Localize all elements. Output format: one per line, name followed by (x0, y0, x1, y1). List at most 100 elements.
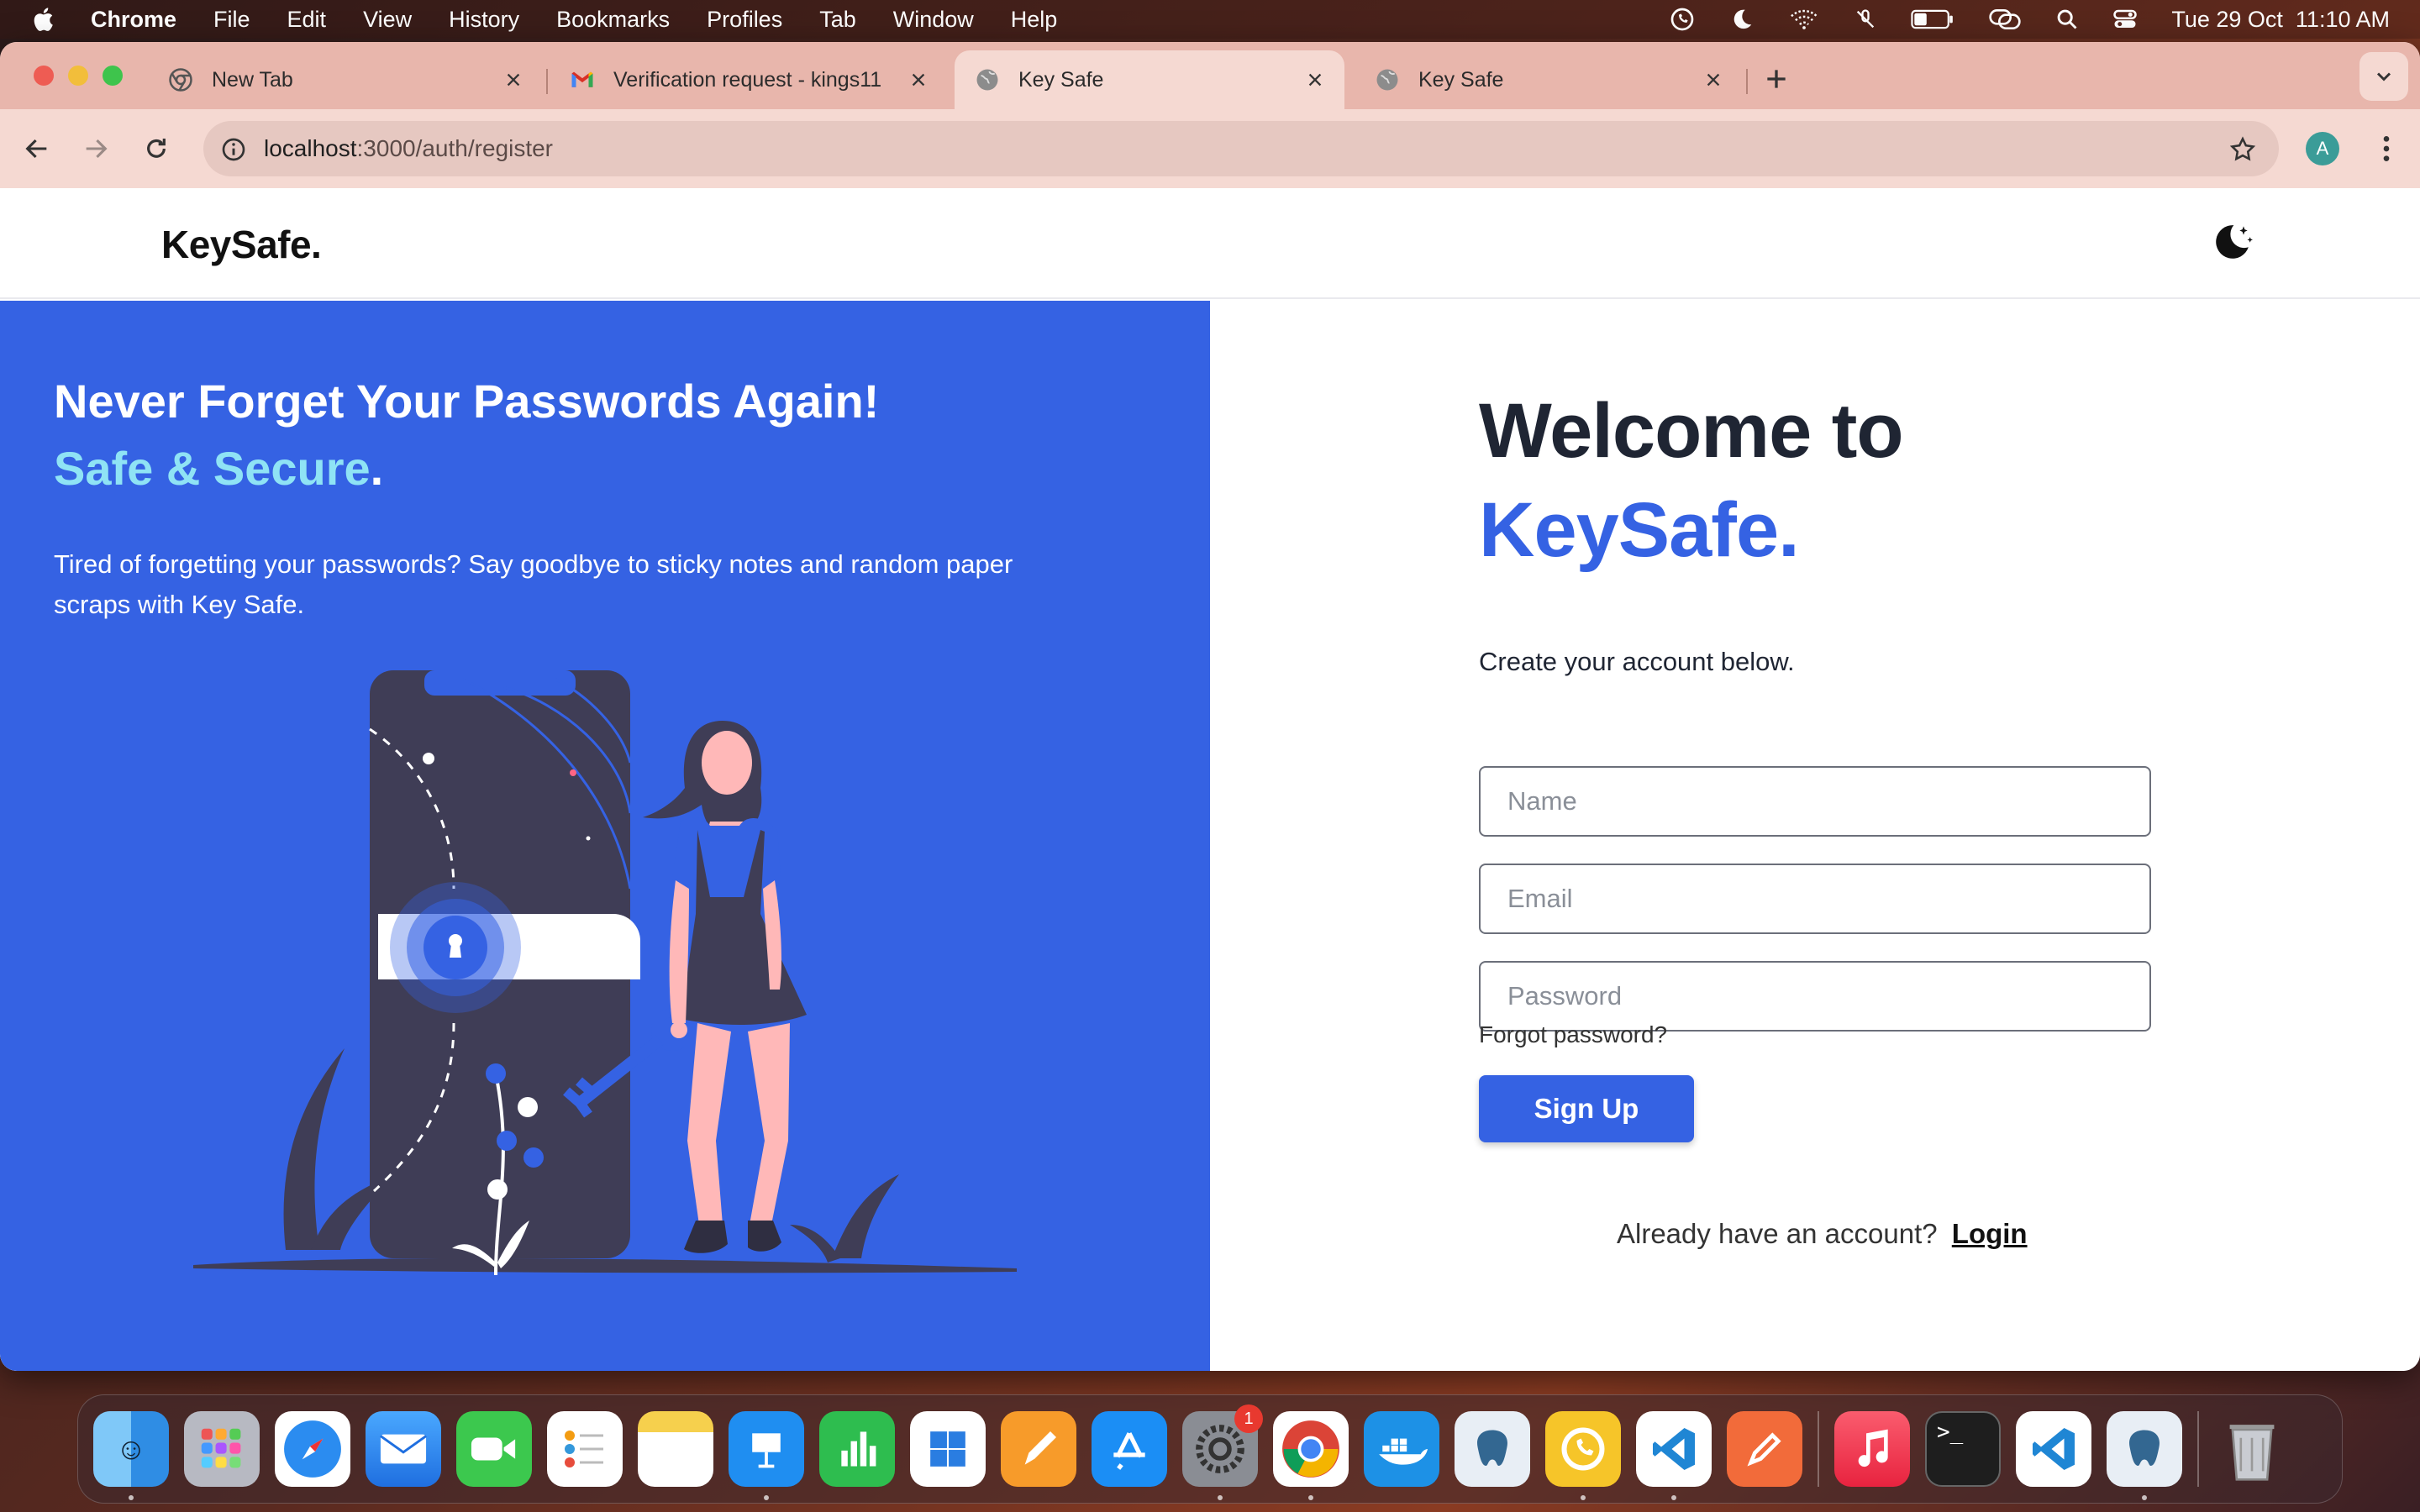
pgadmin-secondary-icon[interactable] (2107, 1411, 2182, 1500)
name-input[interactable] (1479, 766, 2151, 837)
tab-key-safe-active[interactable]: Key Safe (955, 50, 1344, 109)
site-header: KeySafe. (0, 188, 2420, 299)
running-indicator (1671, 1495, 1676, 1500)
apple-logo-icon[interactable] (30, 5, 59, 34)
hero-title: Never Forget Your Passwords Again! Safe … (54, 368, 978, 502)
windows-app-icon[interactable] (910, 1411, 986, 1487)
new-tab-plus-icon[interactable] (1763, 66, 1790, 92)
menu-bar-status-area: Tue 29 Oct 11:10 AM (1635, 0, 2390, 39)
back-button[interactable] (20, 132, 54, 165)
browser-toolbar: localhost:3000/auth/register A (0, 109, 2420, 188)
close-icon[interactable] (909, 71, 928, 89)
mic-off-icon[interactable] (1854, 7, 1877, 32)
forward-button[interactable] (79, 132, 113, 165)
site-info-icon[interactable] (215, 131, 252, 168)
tab-strip: New Tab Verification request - kings11 K… (0, 42, 2420, 109)
pages-icon[interactable] (1001, 1411, 1076, 1487)
tab-key-safe[interactable]: Key Safe (1355, 50, 1743, 109)
search-icon[interactable] (2055, 8, 2079, 31)
maximize-window-button[interactable] (103, 66, 123, 86)
login-link[interactable]: Login (1952, 1218, 2028, 1249)
menu-history[interactable]: History (449, 7, 519, 33)
terminal-icon[interactable]: >_ (1925, 1411, 2001, 1487)
window-controls (34, 66, 123, 86)
hero-panel: Never Forget Your Passwords Again! Safe … (0, 301, 1210, 1371)
numbers-icon[interactable] (819, 1411, 895, 1487)
pgadmin-icon[interactable] (1455, 1411, 1530, 1487)
whatsapp-dock-icon[interactable] (1545, 1411, 1621, 1500)
reload-button[interactable] (139, 132, 173, 165)
music-icon[interactable] (1834, 1411, 1910, 1487)
browser-window: New Tab Verification request - kings11 K… (0, 42, 2420, 1371)
tab-search-button[interactable] (2360, 52, 2408, 101)
menu-file[interactable]: File (213, 7, 250, 33)
mail-icon[interactable] (366, 1411, 441, 1487)
dock-separator (1818, 1411, 1819, 1487)
safari-icon[interactable] (275, 1411, 350, 1487)
sign-up-button[interactable]: Sign Up (1479, 1075, 1694, 1142)
close-icon[interactable] (1704, 71, 1723, 89)
tab-label: Key Safe (1418, 67, 1504, 92)
chevron-down-icon (2376, 72, 2391, 81)
bookmark-star-icon[interactable] (2228, 135, 2257, 164)
menu-app-name[interactable]: Chrome (91, 7, 176, 33)
welcome-brand: KeySafe. (1479, 487, 1800, 573)
whatsapp-icon[interactable] (1669, 6, 1696, 33)
close-icon[interactable] (1306, 71, 1324, 89)
app-store-icon[interactable] (1092, 1411, 1167, 1487)
tab-separator (1746, 69, 1748, 94)
battery-icon[interactable] (1911, 8, 1954, 31)
menu-edit[interactable]: Edit (287, 7, 327, 33)
profile-avatar[interactable]: A (2306, 132, 2339, 165)
email-input[interactable] (1479, 864, 2151, 934)
launchpad-icon[interactable] (184, 1411, 260, 1487)
dark-mode-toggle-icon[interactable] (2208, 218, 2255, 265)
keynote-icon[interactable] (729, 1411, 804, 1500)
web-page: KeySafe. Never Forget Your Passwords Aga… (0, 188, 2420, 1371)
postman-icon[interactable] (1727, 1411, 1802, 1487)
arrow-left-icon (25, 139, 47, 159)
trash-icon[interactable] (2214, 1411, 2290, 1487)
google-chrome-icon[interactable] (1273, 1411, 1349, 1500)
facetime-icon[interactable] (456, 1411, 532, 1487)
menu-tab[interactable]: Tab (819, 7, 856, 33)
running-indicator (129, 1495, 134, 1500)
vscode-icon[interactable] (1636, 1411, 1712, 1500)
menu-help[interactable]: Help (1011, 7, 1058, 33)
security-illustration (193, 670, 1017, 1276)
url-host: localhost (264, 135, 357, 161)
tab-gmail-verification[interactable]: Verification request - kings11 (550, 50, 948, 109)
register-form-panel: Welcome to KeySafe. Create your account … (1479, 301, 2202, 1371)
wifi-icon[interactable] (1788, 7, 1820, 32)
minimize-window-button[interactable] (68, 66, 88, 86)
menu-profiles[interactable]: Profiles (707, 7, 782, 33)
hero-title-period: . (370, 442, 384, 495)
menu-bar-clock[interactable]: Tue 29 Oct 11:10 AM (2171, 7, 2390, 33)
docker-icon[interactable] (1364, 1411, 1439, 1487)
form-subtitle: Create your account below. (1479, 647, 1795, 676)
finder-icon[interactable]: ☺ (93, 1411, 169, 1500)
control-center-icon[interactable] (2112, 7, 2138, 32)
arrow-right-icon (86, 139, 108, 159)
vscode-secondary-icon[interactable] (2016, 1411, 2091, 1487)
menu-bookmarks[interactable]: Bookmarks (556, 7, 670, 33)
reminders-icon[interactable] (547, 1411, 623, 1487)
screen-mirroring-icon[interactable] (1988, 7, 2022, 32)
notes-icon[interactable] (638, 1411, 713, 1487)
moon-icon[interactable] (1729, 7, 1754, 32)
forgot-password-link[interactable]: Forgot password? (1479, 1021, 1667, 1048)
system-settings-icon[interactable]: 1 (1182, 1404, 1263, 1500)
menu-view[interactable]: View (363, 7, 412, 33)
running-indicator (2142, 1495, 2147, 1500)
tab-new-tab[interactable]: New Tab (148, 50, 543, 109)
site-logo[interactable]: KeySafe. (161, 222, 322, 267)
tab-label: Key Safe (1018, 67, 1104, 92)
close-icon[interactable] (504, 71, 523, 89)
notification-badge: 1 (1234, 1404, 1263, 1433)
running-indicator (1581, 1495, 1586, 1500)
menu-window[interactable]: Window (893, 7, 974, 33)
more-options-icon[interactable] (2370, 132, 2403, 165)
address-bar[interactable]: localhost:3000/auth/register (203, 121, 2279, 176)
close-window-button[interactable] (34, 66, 54, 86)
terminal-prompt-icon: >_ (1937, 1420, 1964, 1445)
